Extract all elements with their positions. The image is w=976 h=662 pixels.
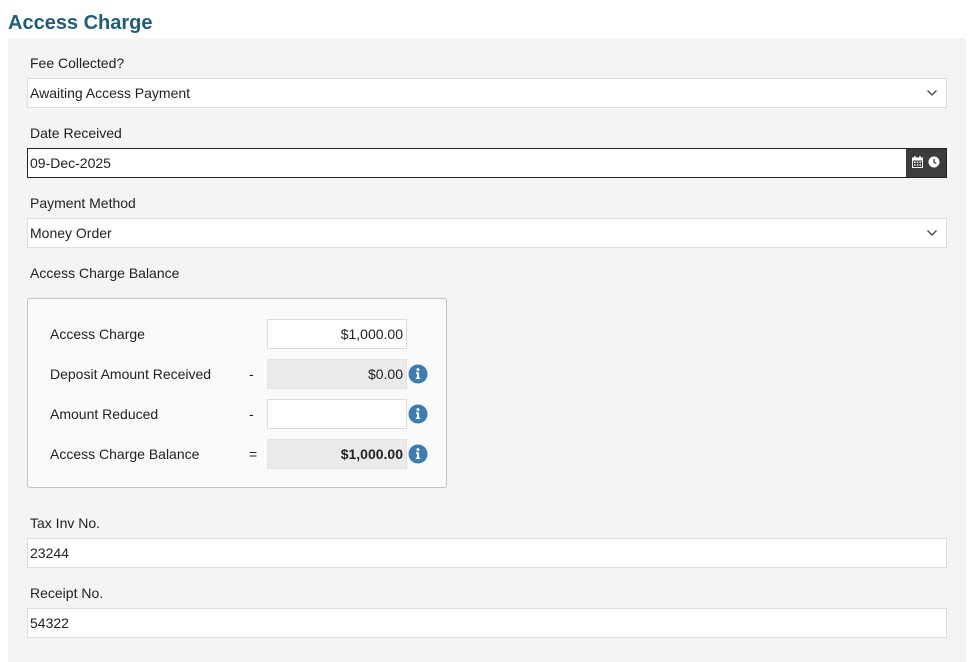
access-charge-input[interactable]: $1,000.00	[267, 319, 407, 349]
equals-operator: =	[249, 446, 258, 462]
calendar-icon[interactable]	[911, 155, 923, 171]
date-received-input[interactable]: 09-Dec-2025	[27, 148, 947, 178]
clock-icon[interactable]	[928, 155, 940, 171]
access-charge-label: Access Charge	[50, 326, 145, 342]
balance-box: Access Charge $1,000.00 Deposit Amount R…	[27, 298, 447, 488]
date-picker-buttons	[906, 149, 946, 177]
access-charge-balance-label: Access Charge Balance	[50, 446, 200, 462]
tax-inv-value: 23244	[30, 545, 69, 561]
deposit-amount-label: Deposit Amount Received	[50, 366, 212, 382]
fee-collected-value: Awaiting Access Payment	[30, 85, 191, 101]
receipt-value: 54322	[30, 615, 69, 631]
access-charge-balance-value: $1,000.00	[267, 439, 407, 469]
amount-reduced-input[interactable]	[267, 399, 407, 429]
minus-operator: -	[249, 366, 254, 382]
fee-collected-select[interactable]: Awaiting Access Payment	[27, 78, 947, 108]
page-title: Access Charge	[8, 12, 153, 34]
info-icon[interactable]	[408, 444, 428, 464]
amount-reduced-label: Amount Reduced	[50, 406, 159, 422]
minus-operator: -	[249, 406, 254, 422]
info-icon[interactable]	[408, 364, 428, 384]
tax-inv-label: Tax Inv No.	[30, 515, 101, 531]
chevron-down-icon	[918, 219, 946, 247]
fee-collected-label: Fee Collected?	[30, 55, 125, 71]
payment-method-select[interactable]: Money Order	[27, 218, 947, 248]
payment-method-label: Payment Method	[30, 195, 136, 211]
payment-method-value: Money Order	[30, 225, 112, 241]
date-received-value: 09-Dec-2025	[30, 155, 111, 171]
info-icon[interactable]	[408, 404, 428, 424]
receipt-label: Receipt No.	[30, 585, 104, 601]
tax-inv-input[interactable]: 23244	[27, 538, 947, 568]
balance-section-label: Access Charge Balance	[30, 265, 180, 281]
date-received-label: Date Received	[30, 125, 122, 141]
chevron-down-icon	[918, 79, 946, 107]
deposit-amount-value: $0.00	[267, 359, 407, 389]
receipt-input[interactable]: 54322	[27, 608, 947, 638]
